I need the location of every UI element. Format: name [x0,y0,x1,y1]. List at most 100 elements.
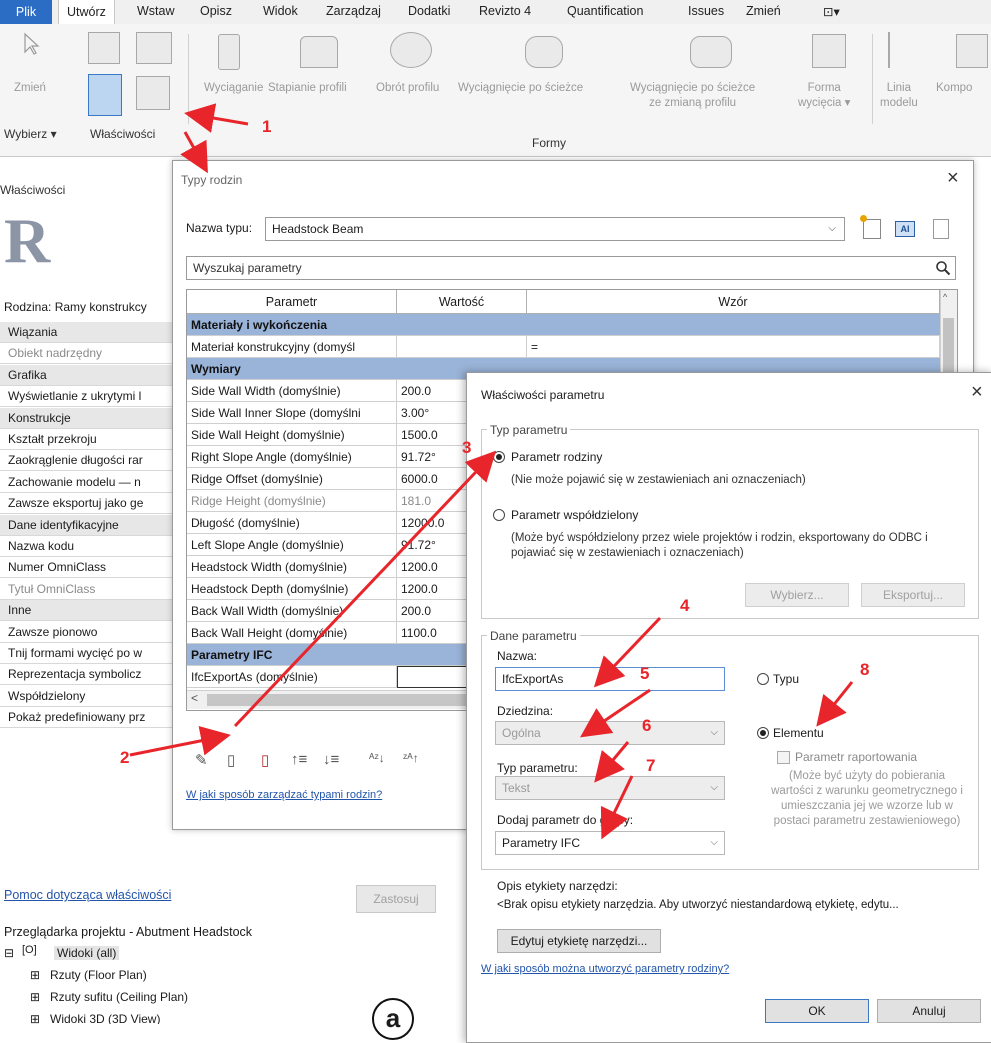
menu-annotate[interactable]: Opisz [200,4,232,18]
param-cell[interactable]: Ridge Height (domyślnie) [187,490,397,512]
property-category[interactable]: Inne [0,600,180,622]
formula-cell[interactable]: = [527,336,940,358]
tree-item-3d-view[interactable]: Widoki 3D (3D View) [50,1012,160,1024]
family-selector[interactable]: Rodzina: Ramy konstrukcy [4,300,147,314]
blend-icon[interactable] [300,36,338,68]
chevron-up-icon[interactable]: ^ [943,292,947,302]
param-type-select[interactable]: Tekst ⌵ [495,776,725,800]
sort-descending-icon[interactable]: ᶻᴬ↑ [403,751,419,765]
table-group-row[interactable]: Materiały i wykończenia [187,314,940,336]
property-row[interactable]: Numer OmniClass [0,557,180,579]
search-icon[interactable] [935,260,951,276]
tool-revolve[interactable]: Obrót profilu [376,81,439,96]
property-row[interactable]: Zachowanie modelu — n [0,472,180,493]
shared-param-radio[interactable] [493,509,505,521]
property-row[interactable]: Reprezentacja symbolicz [0,664,180,686]
new-parameter-icon[interactable]: ▯ [227,751,235,769]
family-types-help-link[interactable]: W jaki sposób zarządzać typami rodzin? [186,789,382,801]
component-icon[interactable] [956,34,988,68]
tree-item-ceiling-plan[interactable]: Rzuty sufitu (Ceiling Plan) [50,990,188,1004]
tree-item-floor-plan[interactable]: Rzuty (Floor Plan) [50,968,147,982]
revolve-icon[interactable] [390,32,432,68]
param-cell[interactable]: Headstock Width (domyślnie) [187,556,397,578]
property-row[interactable]: Obiekt nadrzędny [0,343,180,365]
close-icon[interactable]: × [947,167,959,190]
tool-sweep[interactable]: Wyciągnięcie po ścieżce [458,81,583,96]
col-header-formula[interactable]: Wzór [527,290,940,314]
property-category[interactable]: Grafika [0,364,180,386]
type-properties-icon[interactable] [136,76,170,110]
family-param-radio[interactable] [493,451,505,463]
tree-collapse-icon[interactable]: ⊟ [4,946,14,960]
instance-radio[interactable] [757,727,769,739]
param-cell[interactable]: IfcExportAs (domyślnie) [187,666,397,688]
type-name-select[interactable]: Headstock Beam ⌵ [265,217,845,241]
menu-modify[interactable]: Zmień [746,4,781,18]
property-row[interactable]: Tytuł OmniClass [0,579,180,600]
sweep-icon[interactable] [525,36,563,68]
tool-extrusion[interactable]: Wyciąganie [204,81,263,96]
param-cell[interactable]: Back Wall Width (domyślnie) [187,600,397,622]
shared-param-label[interactable]: Parametr współdzielony [511,508,638,522]
tool-blend[interactable]: Stapianie profili [268,81,347,96]
property-row[interactable]: Tnij formami wycięć po w [0,643,180,664]
param-cell[interactable]: Side Wall Width (domyślnie) [187,380,397,402]
close-icon[interactable]: × [971,381,983,404]
property-category[interactable]: Wiązania [0,322,180,343]
move-up-icon[interactable]: ↑≡ [291,751,307,768]
type-radio-label[interactable]: Typu [773,672,799,686]
type-radio[interactable] [757,673,769,685]
param-cell[interactable]: Side Wall Height (domyślnie) [187,424,397,446]
ok-button[interactable]: OK [765,999,869,1023]
move-down-icon[interactable]: ↓≡ [323,751,339,768]
group-select[interactable]: Parametry IFC ⌵ [495,831,725,855]
menu-issues[interactable]: Issues [688,4,724,18]
menu-extra[interactable]: ⊡▾ [823,4,840,19]
param-help-link[interactable]: W jaki sposób można utworzyć parametry r… [481,963,729,975]
name-input[interactable]: IfcExportAs [495,667,725,691]
property-row[interactable]: Kształt przekroju [0,429,180,450]
edit-tooltip-button[interactable]: Edytuj etykietę narzędzi... [497,929,661,953]
family-category-icon[interactable] [88,32,120,64]
reporting-checkbox[interactable] [777,751,790,764]
rename-type-icon[interactable]: AI [895,221,915,237]
param-cell[interactable]: Ridge Offset (domyślnie) [187,468,397,490]
param-cell[interactable]: Długość (domyślnie) [187,512,397,534]
param-cell[interactable]: Left Slope Angle (domyślnie) [187,534,397,556]
sort-ascending-icon[interactable]: ᴬᶻ↓ [369,751,385,765]
delete-parameter-icon[interactable]: ▯ [261,751,269,769]
property-row[interactable]: Wyświetlanie z ukrytymi l [0,386,180,408]
family-types-icon[interactable] [88,74,122,116]
extrusion-icon[interactable] [218,34,240,70]
select-button[interactable]: Wybierz... [745,583,849,607]
property-row[interactable]: Zawsze eksportuj jako ge [0,493,180,515]
value-cell[interactable] [397,336,527,358]
swept-blend-icon[interactable] [690,36,732,68]
tree-expand-icon[interactable]: ⊞ [30,968,40,982]
tool-component[interactable]: Kompo [936,81,972,96]
discipline-select[interactable]: Ogólna ⌵ [495,721,725,745]
instance-radio-label[interactable]: Elementu [773,726,824,740]
property-category[interactable]: Dane identyfikacyjne [0,514,180,536]
menu-file[interactable]: Plik [0,0,52,24]
property-row[interactable]: Zawsze pionowo [0,622,180,643]
table-row[interactable]: Materiał konstrukcyjny (domyśl = [187,336,940,358]
export-button[interactable]: Eksportuj... [861,583,965,607]
family-params-icon[interactable] [136,32,172,64]
menu-insert[interactable]: Wstaw [137,4,175,18]
new-type-icon[interactable] [860,215,881,239]
menu-manage[interactable]: Zarządzaj [326,4,381,18]
cursor-arrow-icon[interactable] [22,32,40,56]
property-row[interactable]: Pokaż predefiniowany prz [0,707,180,729]
param-cell[interactable]: Materiał konstrukcyjny (domyśl [187,336,397,358]
param-cell[interactable]: Right Slope Angle (domyślnie) [187,446,397,468]
cancel-button[interactable]: Anuluj [877,999,981,1023]
tool-swept-blend[interactable]: Wyciągnięcie po ścieżce ze zmianą profil… [630,81,755,111]
tree-expand-icon[interactable]: ⊞ [30,990,40,1004]
family-param-label[interactable]: Parametr rodziny [511,450,602,464]
search-params-input[interactable]: Wyszukaj parametry [186,256,956,280]
tree-views[interactable]: Widoki (all) [54,946,120,960]
select-dropdown[interactable]: Wybierz ▾ [4,127,57,141]
param-cell[interactable]: Headstock Depth (domyślnie) [187,578,397,600]
property-row[interactable]: Nazwa kodu [0,536,180,557]
